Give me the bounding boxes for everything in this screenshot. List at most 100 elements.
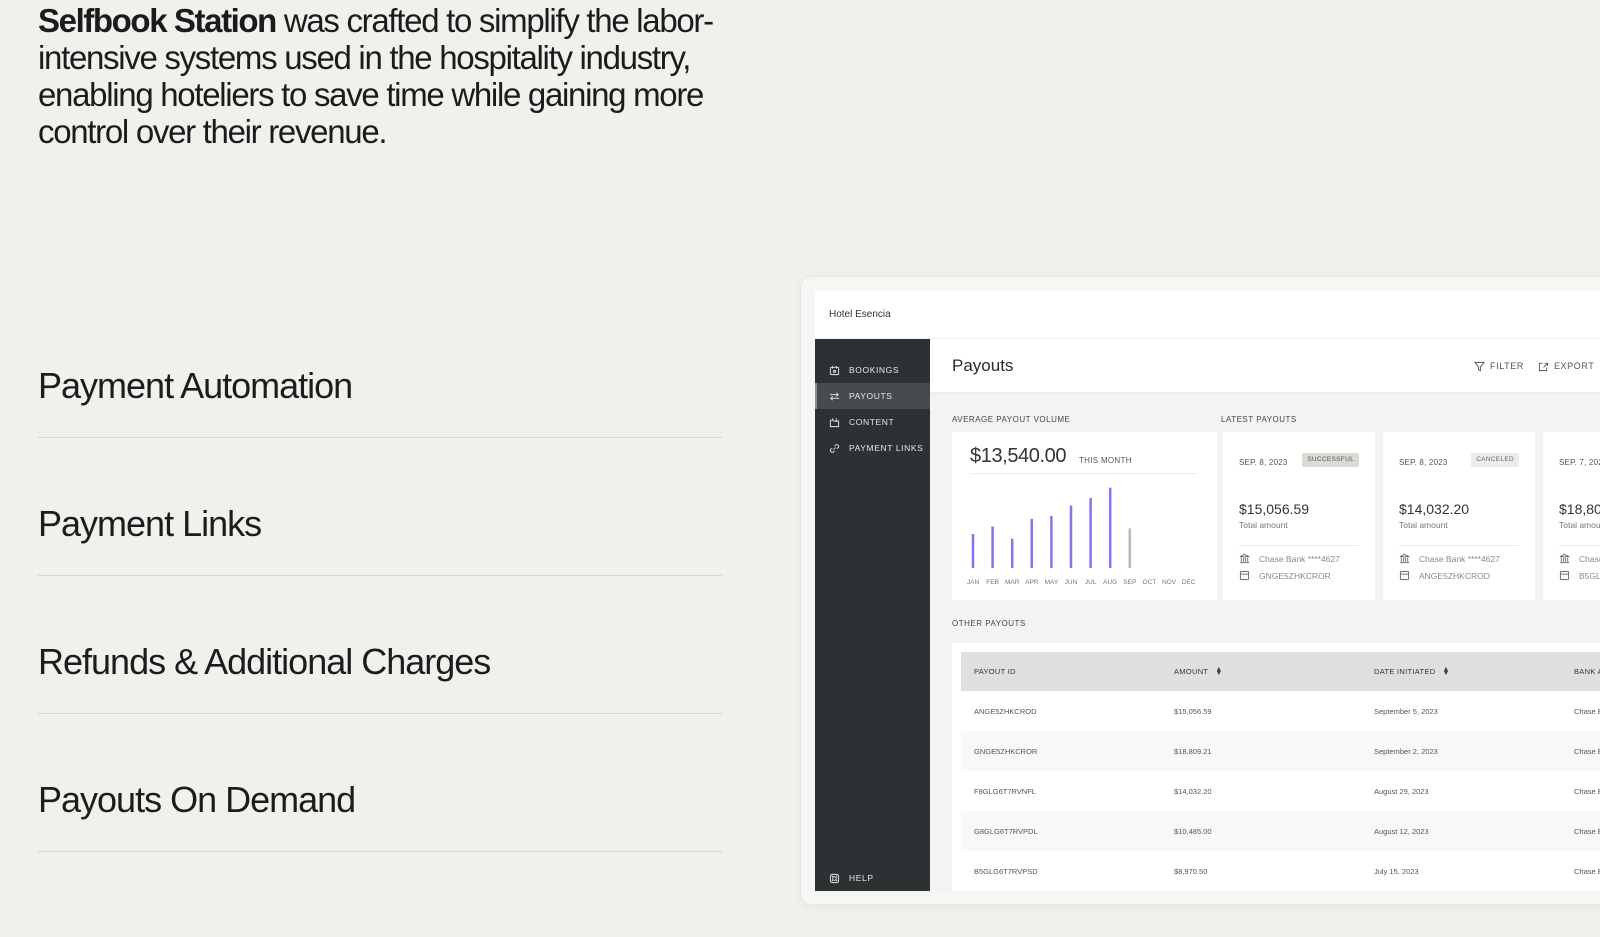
latest-payout-card[interactable]: SEP. 7, 2023 $18,809.21 Total amount Cha…: [1543, 432, 1600, 600]
hotel-name: Hotel Esencia: [829, 309, 891, 320]
payout-amount: $14,032.20: [1399, 501, 1470, 517]
latest-payout-card[interactable]: SEP. 8, 2023 SUCCESSFUL $15,056.59 Total…: [1223, 432, 1375, 600]
page-header: Payouts FILTER EXPORT: [930, 339, 1600, 393]
cell-date: September 2, 2023: [1374, 746, 1438, 756]
feature-item[interactable]: Refunds & Additional Charges: [38, 576, 722, 714]
chart-bar-apr: [1030, 518, 1034, 568]
document-icon: [1399, 570, 1410, 581]
column-header-payout-id[interactable]: PAYOUT ID: [974, 652, 1016, 691]
avg-period: THIS MONTH: [1079, 456, 1132, 465]
table-row[interactable]: ANGE5ZHKCROD $15,056.59 September 5, 202…: [961, 691, 1600, 731]
calendar-icon: [829, 365, 840, 375]
intro-paragraph: Selfbook Station was crafted to simplify…: [38, 2, 718, 150]
cell-payout-id: F8GLG6T7RVNFL: [974, 786, 1036, 796]
brand-name: Selfbook Station: [38, 2, 277, 39]
sidebar-item-label: HELP: [849, 873, 874, 883]
payout-total-label: Total amount: [1559, 520, 1600, 530]
chart-tick-label: JUL: [1085, 579, 1097, 586]
chart-bar-may: [1050, 516, 1053, 568]
sort-icon[interactable]: ▲ ▼: [1215, 666, 1222, 677]
document-icon: [1559, 570, 1570, 581]
sidebar-item-label: PAYOUTS: [849, 391, 893, 401]
chart-bar-jun: [1069, 505, 1073, 568]
chart-tick-label: AUG: [1103, 579, 1117, 586]
help-icon: [829, 873, 840, 883]
app-topbar: Hotel Esencia: [815, 291, 1600, 339]
payout-date: SEP. 7, 2023: [1559, 458, 1600, 467]
status-badge: CANCELED: [1471, 453, 1519, 467]
page-title: Payouts: [952, 355, 1014, 375]
payout-reference: GNGE5ZHKCROR: [1259, 570, 1331, 581]
cell-amount: $10,485.00: [1174, 826, 1212, 836]
latest-payouts-label: LATEST PAYOUTS: [1221, 415, 1297, 424]
payout-ref: GNGE5ZHKCROR: [1239, 570, 1331, 581]
bank-icon: [1239, 553, 1250, 564]
status-badge: SUCCESSFUL: [1302, 453, 1359, 467]
sidebar-item-content[interactable]: CONTENT: [815, 409, 930, 435]
payout-ref: B5GLG6T7RVPSD: [1559, 570, 1600, 581]
chart-tick-label: OCT: [1143, 579, 1157, 586]
column-header-date-initiated[interactable]: DATE INITIATED ▲ ▼: [1374, 652, 1450, 691]
filter-label: FILTER: [1490, 361, 1524, 371]
chart-tick-label: MAR: [1005, 579, 1020, 586]
chart-bar-sep: [1128, 528, 1132, 568]
chart-tick-label: MAY: [1045, 579, 1059, 586]
payout-volume-chart: JAN FEB MAR APR MAY JUN JUL AUG SEP OCT NOV DEC: [967, 487, 1196, 586]
column-label: BANK ACCOUNT: [1574, 667, 1600, 676]
payout-bank: Chase Bank ****4627: [1239, 553, 1340, 564]
cell-payout-id: B5GLG6T7RVPSD: [974, 866, 1038, 876]
chart-tick-label: FEB: [986, 579, 999, 586]
dashboard-app: Hotel Esencia BOOKINGS PAYOUTS CONTENT P…: [815, 291, 1600, 891]
cell-bank: Chase Bank: [1574, 866, 1600, 876]
sidebar-item-payouts[interactable]: PAYOUTS: [815, 383, 930, 409]
feature-item[interactable]: Payment Automation: [38, 300, 722, 438]
chart-bar-aug: [1108, 487, 1112, 568]
feature-label: Payouts On Demand: [38, 779, 356, 820]
cell-date: August 12, 2023: [1374, 826, 1429, 836]
table-header: PAYOUT ID AMOUNT ▲ ▼ DATE INITIATED ▲ ▼ BANK…: [961, 652, 1600, 691]
divider: [1239, 545, 1359, 546]
arrows-swap-icon: [829, 392, 840, 400]
payout-bank: Chase Bank ****4627: [1399, 553, 1500, 564]
payout-reference: ANGE5ZHKCROD: [1419, 570, 1490, 581]
feature-item[interactable]: Payouts On Demand: [38, 714, 722, 852]
cell-bank: Chase Bank: [1574, 826, 1600, 836]
sidebar-item-bookings[interactable]: BOOKINGS: [815, 357, 930, 383]
link-icon: [829, 443, 840, 453]
chart-bar-jul: [1089, 498, 1092, 568]
chart-bar-mar: [1010, 538, 1014, 568]
column-label: PAYOUT ID: [974, 667, 1016, 676]
document-icon: [1239, 570, 1250, 581]
bank-icon: [1399, 553, 1410, 564]
cell-amount: $14,032.20: [1174, 786, 1212, 796]
feature-label: Payment Automation: [38, 365, 353, 406]
sidebar-item-help[interactable]: HELP: [815, 865, 930, 891]
payout-date: SEP. 8, 2023: [1239, 458, 1288, 467]
column-label: AMOUNT: [1174, 667, 1209, 676]
column-label: DATE INITIATED: [1374, 667, 1436, 676]
chart-tick-label: APR: [1025, 579, 1039, 586]
column-header-amount[interactable]: AMOUNT ▲ ▼: [1174, 652, 1223, 691]
cell-date: August 29, 2023: [1374, 786, 1429, 796]
cell-amount: $8,970.50: [1174, 866, 1208, 876]
sidebar: BOOKINGS PAYOUTS CONTENT PAYMENT LINKS H…: [815, 339, 930, 891]
column-header-bank-account[interactable]: BANK ACCOUNT: [1574, 652, 1600, 691]
avg-volume-label: AVERAGE PAYOUT VOLUME: [952, 415, 1071, 424]
payouts-table: PAYOUT ID AMOUNT ▲ ▼ DATE INITIATED ▲ ▼ BANK…: [952, 643, 1600, 891]
sort-icon[interactable]: ▲ ▼: [1442, 666, 1449, 677]
table-row[interactable]: GNGE5ZHKCROR $18,809.21 September 2, 202…: [961, 731, 1600, 771]
export-button[interactable]: EXPORT: [1538, 361, 1594, 372]
sidebar-item-label: CONTENT: [849, 417, 895, 427]
latest-payout-card[interactable]: SEP. 8, 2023 CANCELED $14,032.20 Total a…: [1383, 432, 1535, 600]
table-row[interactable]: B5GLG6T7RVPSD $8,970.50 July 15, 2023 Ch…: [961, 851, 1600, 891]
feature-item[interactable]: Payment Links: [38, 438, 722, 576]
divider: [970, 473, 1197, 474]
feature-label: Refunds & Additional Charges: [38, 641, 491, 682]
filter-button[interactable]: FILTER: [1474, 361, 1524, 372]
sidebar-item-payment-links[interactable]: PAYMENT LINKS: [815, 435, 930, 461]
divider: [1559, 545, 1600, 546]
table-row[interactable]: G8GLG6T7RVPDL $10,485.00 August 12, 2023…: [961, 811, 1600, 851]
table-row[interactable]: F8GLG6T7RVNFL $14,032.20 August 29, 2023…: [961, 771, 1600, 811]
payout-date: SEP. 8, 2023: [1399, 458, 1448, 467]
feature-label: Payment Links: [38, 503, 262, 544]
